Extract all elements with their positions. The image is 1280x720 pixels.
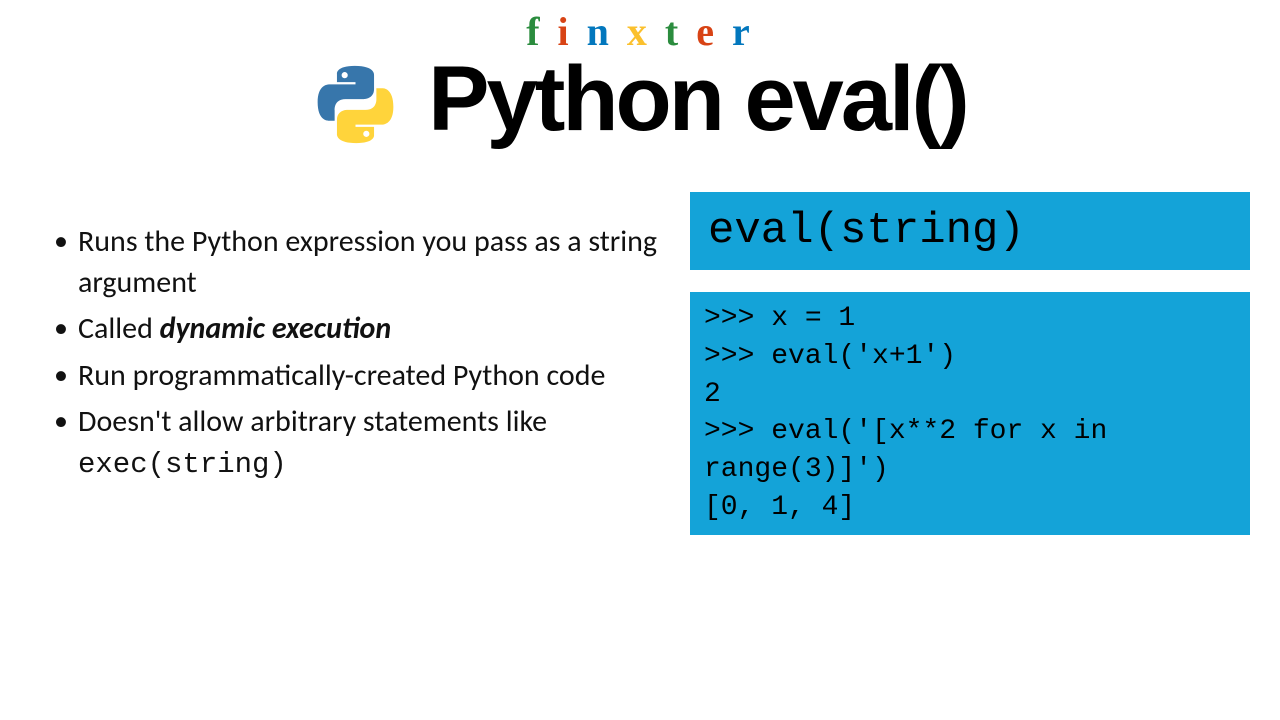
python-icon [313,62,398,147]
bullet-text: Doesn't allow arbitrary statements like [78,403,547,440]
list-item: Runs the Python expression you pass as a… [50,222,660,303]
code-signature: eval(string) [690,192,1250,270]
list-item: Doesn't allow arbitrary statements like … [50,402,660,484]
code-example: >>> x = 1 >>> eval('x+1') 2 >>> eval('[x… [690,292,1250,535]
bullet-emphasis: dynamic execution [160,310,392,347]
title-row: Python eval() [0,47,1280,152]
list-item: Called dynamic execution [50,309,660,350]
page-title: Python eval() [428,47,967,152]
bullet-text: Called [78,310,160,347]
bullet-text: Run programmatically-created Python code [78,357,605,394]
list-item: Run programmatically-created Python code [50,356,660,397]
bullet-list: Runs the Python expression you pass as a… [50,222,660,484]
bullet-code: exec(string) [78,448,287,481]
bullet-text: Runs the Python expression you pass as a… [78,223,657,301]
